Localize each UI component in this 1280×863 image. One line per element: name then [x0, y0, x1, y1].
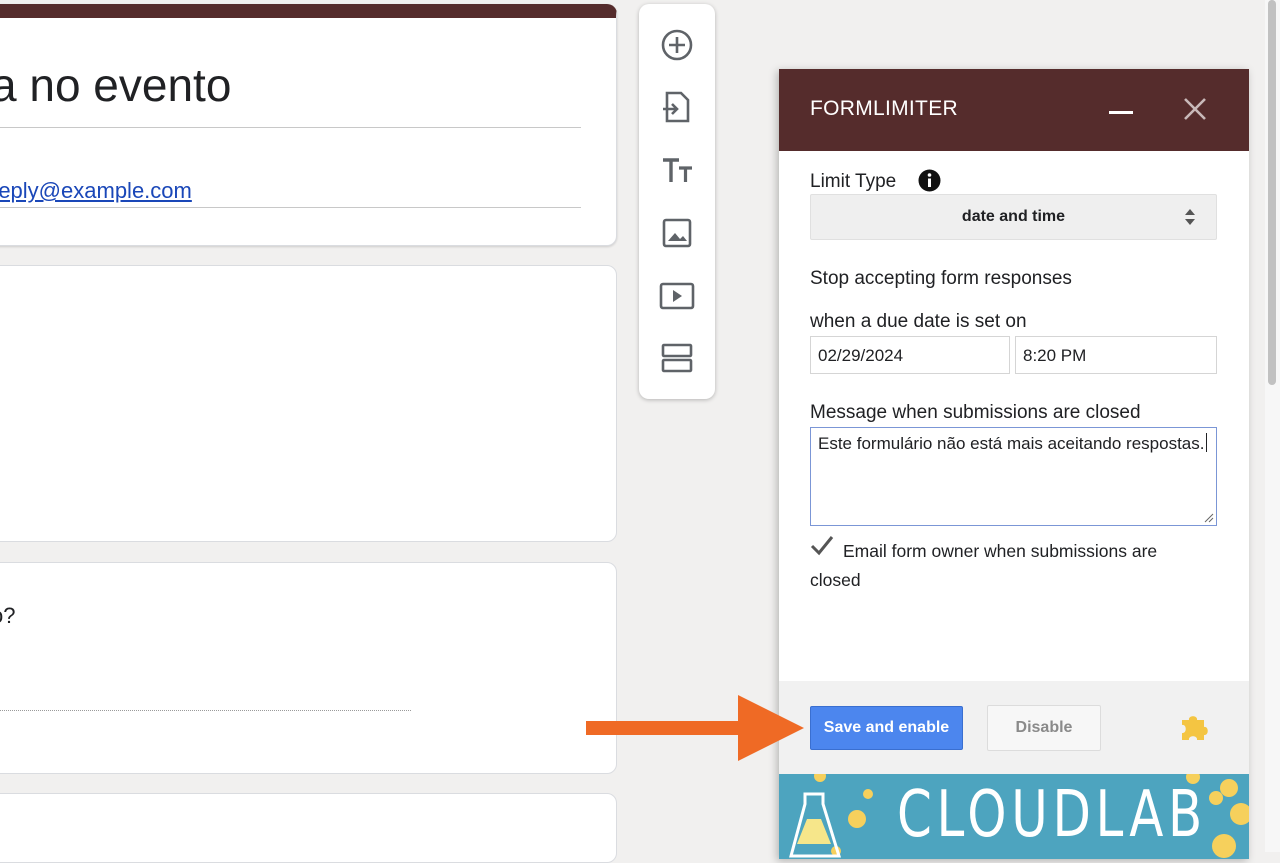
form-title-card[interactable]: a no evento reply@example.com: [0, 4, 617, 246]
answer-placeholder-line: [0, 710, 411, 711]
info-icon[interactable]: [918, 169, 941, 192]
formlimiter-panel: FORMLIMITER Limit Type date and time Sto…: [779, 69, 1249, 859]
due-date-input[interactable]: 02/29/2024: [810, 336, 1010, 374]
cloudlab-banner: CLOUDLAB: [779, 774, 1249, 859]
add-section-icon[interactable]: [655, 336, 699, 380]
closed-message-textarea[interactable]: Este formulário não está mais aceitando …: [810, 427, 1217, 526]
add-title-icon[interactable]: [655, 149, 699, 193]
form-toolbar: [639, 4, 715, 399]
puzzle-icon[interactable]: [1178, 710, 1210, 742]
save-and-enable-button[interactable]: Save and enable: [810, 706, 963, 750]
description-underline: [0, 207, 581, 208]
title-underline: [0, 127, 581, 128]
add-video-icon[interactable]: [655, 274, 699, 318]
question-title[interactable]: o?: [0, 603, 15, 629]
form-title[interactable]: a no evento: [0, 58, 231, 112]
page-scrollbar[interactable]: [1265, 0, 1280, 852]
closed-message-label: Message when submissions are closed: [810, 402, 1141, 423]
limit-type-value: date and time: [961, 208, 1066, 225]
cloudlab-logo-text: CLOUDLAB: [897, 778, 1207, 852]
closed-message-text: Este formulário não está mais aceitando …: [818, 434, 1205, 453]
stop-accepting-text: Stop accepting form responses: [810, 268, 1072, 289]
panel-title: FORMLIMITER: [810, 97, 958, 120]
due-date-label: when a due date is set on: [810, 311, 1027, 332]
limit-type-select[interactable]: date and time: [810, 194, 1217, 240]
resize-grip-icon[interactable]: [1204, 513, 1214, 523]
annotation-arrow-icon: [586, 695, 804, 761]
question-card[interactable]: [0, 265, 617, 542]
due-time-input[interactable]: 8:20 PM: [1015, 336, 1217, 374]
add-question-icon[interactable]: [655, 23, 699, 67]
email-owner-label: Email form owner when submissions are cl…: [810, 541, 1158, 590]
minimize-button[interactable]: [1109, 111, 1133, 114]
close-icon[interactable]: [1182, 96, 1208, 122]
add-image-icon[interactable]: [655, 211, 699, 255]
select-arrows-icon: [1185, 209, 1195, 225]
scrollbar-thumb[interactable]: [1268, 0, 1276, 385]
disable-button[interactable]: Disable: [987, 705, 1101, 751]
panel-header: FORMLIMITER: [779, 69, 1249, 151]
question-card[interactable]: [0, 793, 617, 863]
import-questions-icon[interactable]: [655, 85, 699, 129]
text-caret: [1206, 433, 1208, 452]
panel-footer: Save and enable Disable: [779, 681, 1249, 774]
collaborator-email-link[interactable]: reply@example.com: [0, 178, 192, 204]
question-card[interactable]: o?: [0, 562, 617, 774]
limit-type-label: Limit Type: [810, 171, 897, 192]
